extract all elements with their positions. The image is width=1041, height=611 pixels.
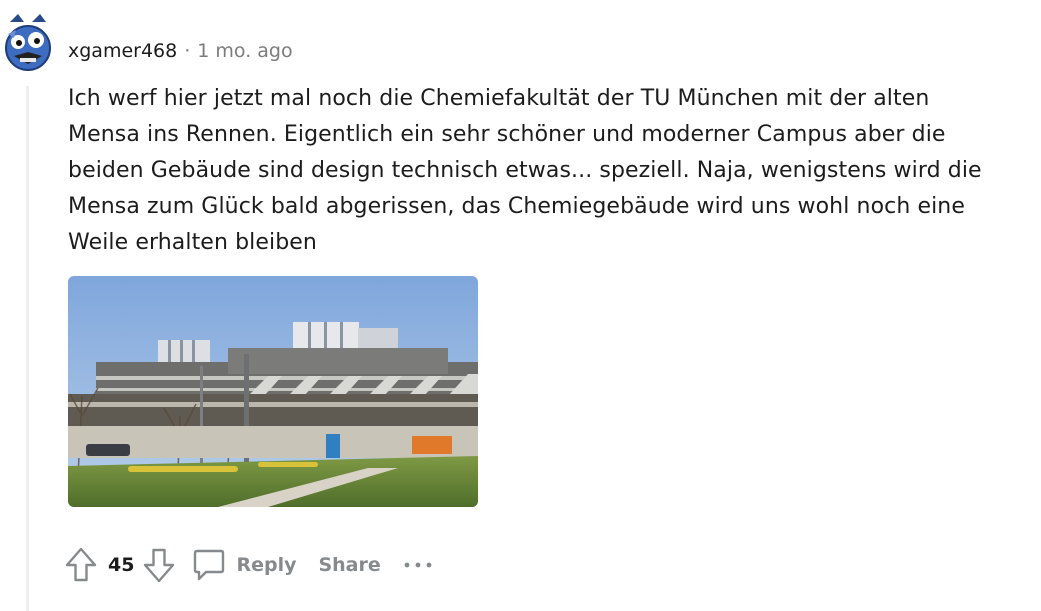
comment-meta: xgamer468 · 1 mo. ago <box>68 39 293 63</box>
reply-button[interactable]: Reply <box>192 547 296 583</box>
comment-line: Mensa ins Rennen. Eigentlich ein sehr sc… <box>68 122 946 147</box>
user-avatar[interactable] <box>4 12 52 74</box>
thread-line[interactable] <box>26 86 29 611</box>
more-options-icon[interactable] <box>403 560 433 570</box>
comment-image[interactable] <box>68 276 478 507</box>
comment-line: beiden Gebäude sind design technisch etw… <box>68 158 982 183</box>
upvote-icon[interactable] <box>64 546 98 584</box>
reply-label: Reply <box>236 554 297 576</box>
comment-line: Weile erhalten bleiben <box>68 230 317 255</box>
comment-actions: 45 Reply Share <box>64 545 433 585</box>
comment-bubble-icon <box>192 547 226 583</box>
comment-body: Ich werf hier jetzt mal noch die Chemief… <box>68 81 1008 261</box>
meta-separator: · <box>184 40 191 62</box>
comment-line: Ich werf hier jetzt mal noch die Chemief… <box>68 86 930 111</box>
username-link[interactable]: xgamer468 <box>68 39 177 63</box>
timestamp[interactable]: 1 mo. ago <box>197 39 292 63</box>
comment-line: Mensa zum Glück bald abgerissen, das Che… <box>68 194 965 219</box>
downvote-icon[interactable] <box>142 546 176 584</box>
vote-count: 45 <box>108 554 135 576</box>
share-button[interactable]: Share <box>318 554 380 576</box>
